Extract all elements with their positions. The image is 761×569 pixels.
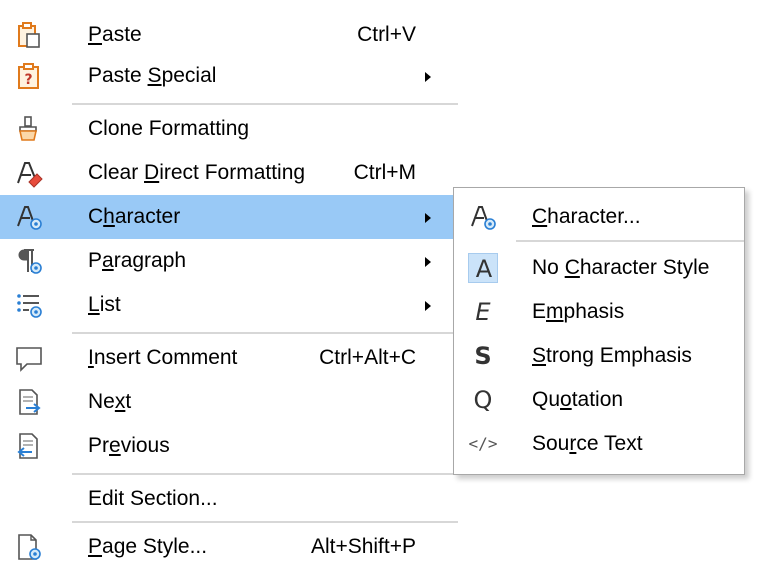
- menu-item-paragraph[interactable]: Paragraph: [0, 239, 458, 283]
- shortcut-page-style: Alt+Shift+P: [310, 535, 416, 558]
- menu-separator: [72, 332, 458, 334]
- submenu-item-character-dialog[interactable]: Character...: [454, 195, 744, 239]
- menu-item-paste-special[interactable]: ? Paste Special: [0, 54, 458, 98]
- shortcut-paste: Ctrl+V: [357, 23, 416, 46]
- previous-icon: [14, 431, 44, 461]
- quotation-icon: Q: [473, 386, 493, 414]
- list-icon: [14, 290, 44, 320]
- submenu-arrow-icon: [425, 72, 431, 82]
- menu-separator: [72, 473, 458, 475]
- character-dialog-icon: [468, 202, 498, 232]
- menu-item-edit-section[interactable]: Edit Section...: [0, 477, 458, 521]
- source-text-icon: </>: [468, 434, 498, 453]
- menu-item-previous[interactable]: Previous: [0, 424, 458, 468]
- svg-text:?: ?: [24, 72, 32, 88]
- character-icon: [14, 202, 44, 232]
- menu-item-clear-direct-formatting[interactable]: Clear Direct Formatting Ctrl+M: [0, 151, 458, 195]
- paste-icon: [14, 20, 44, 50]
- next-icon: [14, 387, 44, 417]
- submenu-arrow-icon: [425, 301, 431, 311]
- paragraph-icon: [14, 246, 44, 276]
- submenu-item-no-character-style[interactable]: A No Character Style: [454, 246, 744, 290]
- menu-item-character[interactable]: Character: [0, 195, 458, 239]
- menu-item-paste[interactable]: Paste Ctrl+V: [0, 13, 458, 57]
- menu-item-list[interactable]: List: [0, 283, 458, 327]
- menu-item-page-style[interactable]: Page Style... Alt+Shift+P: [0, 525, 458, 569]
- submenu-separator: [516, 240, 744, 242]
- submenu-item-source-text[interactable]: </> Source Text: [454, 422, 744, 466]
- screen: Paste Ctrl+V ? Paste Special Clone Forma…: [0, 0, 761, 569]
- character-submenu: Character... A No Character Style E Emph…: [453, 187, 745, 475]
- no-style-icon: A: [468, 253, 498, 283]
- page-style-icon: [14, 532, 44, 562]
- shortcut-clear-formatting: Ctrl+M: [353, 161, 416, 184]
- submenu-item-emphasis[interactable]: E Emphasis: [454, 290, 744, 334]
- submenu-arrow-icon: [425, 213, 431, 223]
- menu-separator: [72, 521, 458, 523]
- clone-formatting-icon: [14, 114, 44, 144]
- menu-separator: [72, 103, 458, 105]
- menu-item-next[interactable]: Next: [0, 380, 458, 424]
- submenu-arrow-icon: [425, 257, 431, 267]
- strong-emphasis-icon: S: [474, 342, 492, 370]
- comment-icon: [14, 343, 44, 373]
- clear-formatting-icon: [14, 158, 44, 188]
- menu-item-clone-formatting[interactable]: Clone Formatting: [0, 107, 458, 151]
- paste-special-icon: ?: [14, 61, 44, 91]
- shortcut-insert-comment: Ctrl+Alt+C: [319, 346, 416, 369]
- menu-item-insert-comment[interactable]: Insert Comment Ctrl+Alt+C: [0, 336, 458, 380]
- context-menu: Paste Ctrl+V ? Paste Special Clone Forma…: [0, 0, 458, 569]
- submenu-item-strong-emphasis[interactable]: S Strong Emphasis: [454, 334, 744, 378]
- submenu-item-quotation[interactable]: Q Quotation: [454, 378, 744, 422]
- emphasis-icon: E: [475, 298, 491, 326]
